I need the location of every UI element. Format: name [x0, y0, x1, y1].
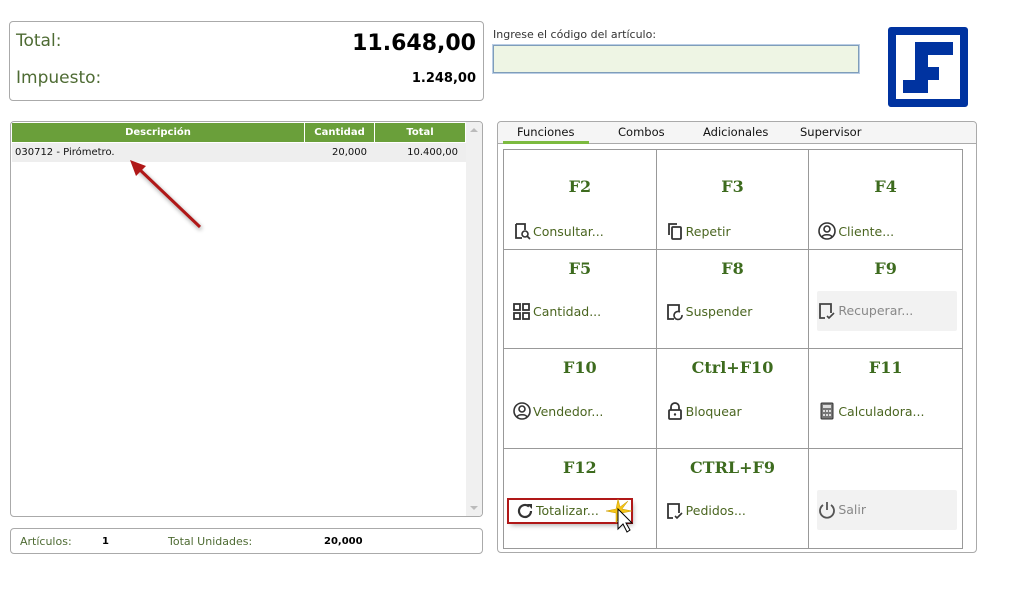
function-grid: F2 Consultar... F3 Repetir F4 Cliente...…: [503, 149, 963, 549]
repetir-button[interactable]: Repetir: [665, 220, 731, 242]
total-label: Total:: [16, 31, 62, 51]
article-code-input[interactable]: [492, 44, 860, 74]
function-f4[interactable]: F4 Cliente...: [809, 150, 962, 250]
tax-label: Impuesto:: [16, 68, 102, 88]
totalizar-label: Totalizar...: [536, 503, 599, 518]
company-logo: [888, 27, 968, 107]
vendedor-button[interactable]: Vendedor...: [512, 400, 603, 422]
functions-panel: Funciones Combos Adicionales Supervisor …: [497, 121, 977, 553]
function-ctrl-f9[interactable]: CTRL+F9 Pedidos...: [657, 448, 810, 548]
totals-panel: Total: 11.648,00 Impuesto: 1.248,00: [9, 21, 484, 101]
refresh-icon: [517, 503, 533, 518]
document-refresh-icon: [666, 303, 683, 320]
total-units-label: Total Unidades:: [168, 535, 253, 548]
document-check-icon: [666, 502, 683, 519]
salir-button[interactable]: Salir: [817, 489, 958, 530]
function-key: Ctrl+F10: [691, 358, 774, 377]
document-search-icon: [515, 223, 531, 240]
row-total: 10.400,00: [407, 147, 458, 158]
function-key: F3: [721, 177, 744, 196]
function-f11[interactable]: F11 Calculadora...: [809, 349, 962, 449]
suspender-button[interactable]: Suspender: [665, 301, 753, 323]
tab-adicionales[interactable]: Adicionales: [703, 125, 768, 139]
function-key: F12: [563, 457, 597, 477]
power-icon: [819, 501, 836, 519]
function-f2[interactable]: F2 Consultar...: [504, 150, 657, 250]
function-f3[interactable]: F3 Repetir: [656, 150, 810, 250]
cantidad-label: Cantidad...: [533, 304, 602, 319]
function-salir[interactable]: Salir: [809, 449, 962, 549]
function-key: CTRL+F9: [689, 457, 776, 477]
column-header-quantity[interactable]: Cantidad: [305, 123, 375, 142]
grid-header: Descripción Cantidad Total: [12, 123, 466, 142]
tax-value: 1.248,00: [411, 71, 476, 86]
scroll-up-icon[interactable]: [470, 128, 478, 132]
pedidos-label: Pedidos...: [685, 503, 746, 518]
items-count-value: 1: [102, 536, 109, 547]
repetir-label: Repetir: [685, 223, 731, 239]
function-key: F5: [568, 258, 592, 278]
column-header-total[interactable]: Total: [375, 123, 466, 142]
pedidos-button[interactable]: Pedidos...: [665, 500, 746, 522]
salir-label: Salir: [838, 502, 867, 517]
function-key: F10: [563, 358, 597, 377]
annotation-arrow-icon: [130, 160, 202, 229]
function-f8[interactable]: F8 Suspender: [656, 249, 810, 349]
items-count-label: Artículos:: [20, 535, 72, 548]
function-f12[interactable]: F12 Totalizar...: [504, 448, 657, 548]
article-code-label: Ingrese el código del artículo:: [493, 28, 657, 41]
row-quantity: 20,000: [332, 147, 367, 158]
user-circle-icon: [513, 402, 531, 420]
active-tab-indicator: [503, 141, 589, 144]
function-f9[interactable]: F9 Recuperar...: [809, 250, 962, 349]
tab-funciones[interactable]: Funciones: [517, 125, 574, 139]
scrollbar[interactable]: [466, 122, 482, 516]
cursor-click-icon: [605, 498, 634, 533]
cliente-button[interactable]: Cliente...: [817, 220, 894, 242]
consultar-label: Consultar...: [533, 223, 604, 239]
scroll-down-icon[interactable]: [470, 506, 478, 510]
tab-supervisor[interactable]: Supervisor: [800, 125, 861, 139]
recuperar-button[interactable]: Recuperar...: [817, 290, 958, 331]
total-units-value: 20,000: [324, 536, 363, 547]
total-value: 11.648,00: [352, 31, 476, 56]
calculadora-label: Calculadora...: [838, 403, 925, 419]
function-f5[interactable]: F5 Cantidad...: [504, 249, 657, 349]
calculadora-button[interactable]: Calculadora...: [817, 400, 924, 422]
vendedor-label: Vendedor...: [533, 403, 604, 419]
tab-combos[interactable]: Combos: [618, 125, 665, 139]
copy-icon: [667, 223, 682, 240]
function-key: F11: [868, 358, 903, 377]
function-key: F8: [721, 258, 744, 278]
suspender-label: Suspender: [685, 304, 753, 319]
table-row[interactable]: 030712 - Pirómetro. 20,000 10.400,00: [12, 143, 466, 162]
lock-icon: [667, 402, 682, 420]
bloquear-label: Bloquear: [685, 403, 742, 419]
function-key: F4: [874, 177, 897, 196]
bloquear-button[interactable]: Bloquear: [665, 400, 742, 422]
user-circle-icon: [818, 222, 837, 240]
function-key: F2: [568, 177, 592, 196]
cantidad-button[interactable]: Cantidad...: [512, 301, 601, 323]
tab-bar: Funciones Combos Adicionales Supervisor: [498, 122, 976, 144]
recuperar-label: Recuperar...: [838, 303, 914, 318]
document-check-icon: [819, 302, 835, 319]
function-f10[interactable]: F10 Vendedor...: [504, 349, 657, 449]
function-ctrl-f10[interactable]: Ctrl+F10 Bloquear: [656, 349, 810, 449]
consultar-button[interactable]: Consultar...: [512, 220, 604, 242]
cliente-label: Cliente...: [838, 223, 895, 239]
function-key: F9: [874, 258, 897, 278]
column-header-description[interactable]: Descripción: [12, 123, 305, 142]
items-grid: Descripción Cantidad Total 030712 - Piró…: [10, 121, 483, 517]
calculator-icon: [820, 402, 834, 420]
summary-bar: Artículos: 1 Total Unidades: 20,000: [10, 528, 483, 554]
grid-icon: [513, 302, 530, 320]
